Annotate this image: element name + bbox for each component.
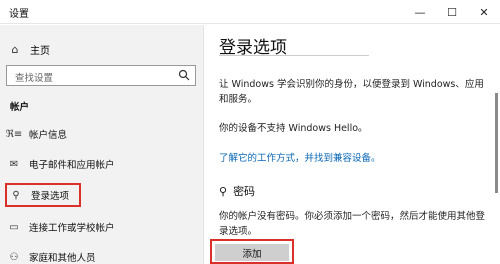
home-icon: ⌂ bbox=[11, 42, 19, 56]
window-title: 设置 bbox=[9, 9, 29, 20]
sidebar-item-account-info[interactable]: ℜ≡ 帐户信息 bbox=[5, 122, 195, 146]
sidebar-item-label: 连接工作或学校帐户 bbox=[29, 223, 115, 234]
home-nav-item[interactable]: ⌂ 主页 bbox=[6, 38, 196, 60]
add-button-highlight: 添加 bbox=[210, 239, 294, 264]
key-icon: ⚲ bbox=[12, 189, 20, 201]
search-icon bbox=[178, 69, 190, 81]
minimize-button[interactable]: — bbox=[404, 0, 436, 24]
sidebar-item-label: 电子邮件和应用帐户 bbox=[29, 160, 115, 171]
people-icon: ⚇ bbox=[9, 251, 19, 263]
hello-learn-more-link[interactable]: 了解它的工作方式，并找到兼容设备。 bbox=[219, 150, 381, 164]
hello-unsupported-text: 你的设备不支持 Windows Hello。 bbox=[219, 123, 368, 134]
maximize-button[interactable]: ☐ bbox=[436, 0, 468, 24]
section-label-accounts: 帐户 bbox=[10, 102, 30, 113]
briefcase-icon: ▭ bbox=[9, 221, 19, 233]
password-description: 你的帐户没有密码。你必须添加一个密码，然后才能使用其他登录选项。 bbox=[219, 211, 486, 237]
home-label: 主页 bbox=[30, 45, 50, 57]
sidebar-item-work-school[interactable]: ▭ 连接工作或学校帐户 bbox=[5, 215, 195, 239]
sidebar-item-family[interactable]: ⚇ 家庭和其他人员 bbox=[5, 245, 195, 264]
sidebar-item-email-accounts[interactable]: ✉ 电子邮件和应用帐户 bbox=[5, 152, 195, 176]
close-button[interactable]: ✕ bbox=[468, 0, 500, 24]
sidebar-item-label: 登录选项 bbox=[31, 191, 70, 202]
clipped-heading-remnant bbox=[219, 55, 369, 61]
sidebar: ⌂ 主页 查找设置 帐户 ℜ≡ 帐户信息 ✉ 电子邮件和应用帐户 ⚲ 登录选项 … bbox=[0, 25, 204, 264]
person-card-icon: ℜ≡ bbox=[5, 128, 23, 140]
sidebar-item-label: 帐户信息 bbox=[29, 130, 68, 141]
title-bar: 设置 — ☐ ✕ bbox=[0, 0, 500, 24]
password-heading: ⚲ 密码 bbox=[219, 183, 255, 199]
mail-icon: ✉ bbox=[9, 158, 19, 170]
main-content: 登录选项 让 Windows 学会识别你的身份，以便登录到 Windows、应用… bbox=[205, 25, 500, 264]
search-placeholder: 查找设置 bbox=[15, 73, 54, 84]
sidebar-item-label: 家庭和其他人员 bbox=[29, 253, 96, 264]
key-icon: ⚲ bbox=[219, 184, 228, 198]
search-input[interactable]: 查找设置 bbox=[6, 65, 196, 86]
sidebar-item-sign-in-options[interactable]: ⚲ 登录选项 bbox=[5, 183, 81, 207]
scrollbar[interactable] bbox=[495, 93, 498, 193]
password-title: 密码 bbox=[233, 185, 256, 198]
add-password-button[interactable]: 添加 bbox=[215, 244, 289, 261]
hello-description: 让 Windows 学会识别你的身份，以便登录到 Windows、应用和服务。 bbox=[219, 79, 484, 105]
